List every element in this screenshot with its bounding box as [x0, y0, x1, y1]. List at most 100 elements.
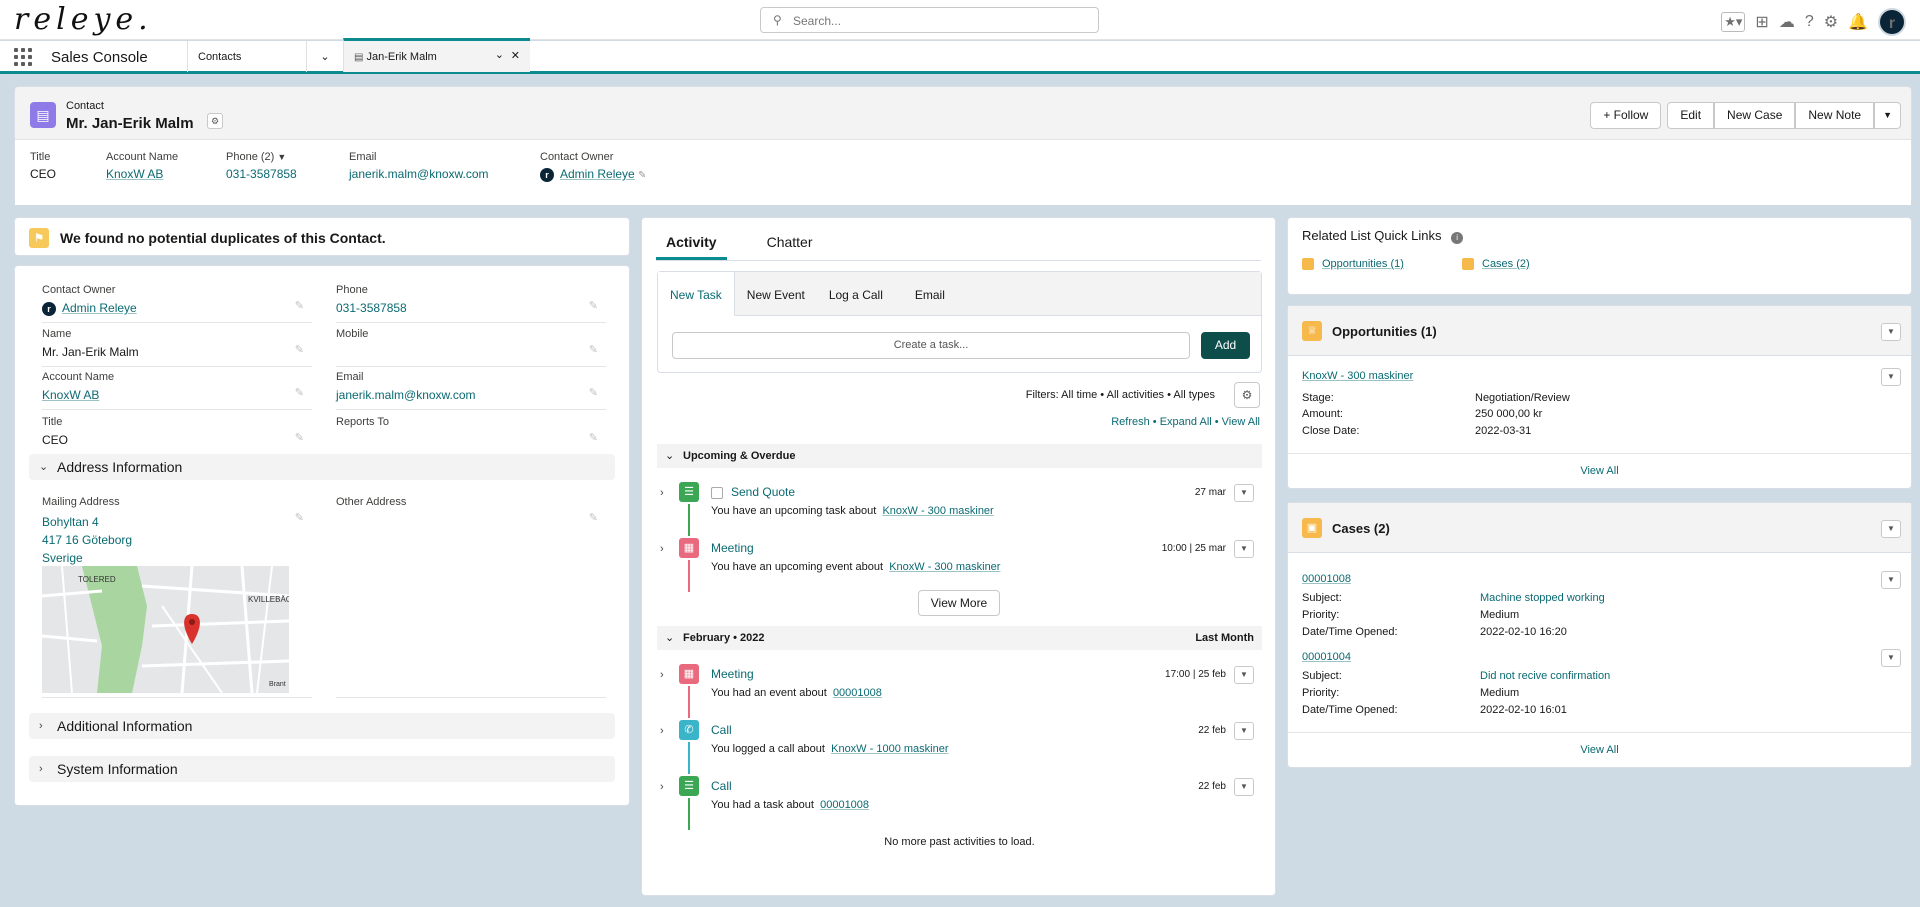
subtab-new-event[interactable]: New Event — [735, 272, 817, 316]
quick-link-opportunities[interactable]: Opportunities (1) — [1302, 258, 1404, 271]
global-search-input[interactable]: ⚲ Search... — [760, 7, 1099, 33]
filter-gear-icon[interactable]: ⚙ — [1234, 382, 1260, 408]
item-menu-dropdown-icon[interactable]: ▼ — [1234, 666, 1254, 684]
user-avatar[interactable]: r — [1878, 8, 1906, 36]
expand-chevron-icon[interactable]: › — [660, 487, 664, 499]
contact-owner-link[interactable]: Admin Releye — [62, 301, 137, 315]
releye-logo[interactable]: releye. — [14, 2, 153, 37]
subject-link[interactable]: Machine stopped working — [1480, 592, 1605, 604]
trailhead-icon[interactable]: ☁ — [1779, 12, 1795, 32]
nav-menu-chevron-icon[interactable]: ⌄ — [306, 41, 343, 72]
item-title-link[interactable]: Send Quote — [731, 485, 795, 499]
activity-composer: New Task New Event Log a Call Email Crea… — [657, 271, 1262, 373]
opportunities-view-all[interactable]: View All — [1288, 453, 1911, 489]
related-record-link[interactable]: KnoxW - 300 maskiner — [889, 561, 1000, 573]
expand-chevron-icon[interactable]: › — [660, 781, 664, 793]
case-number-link[interactable]: 00001008 — [1302, 573, 1351, 585]
phone-link[interactable]: 031-3587858 — [226, 167, 297, 181]
item-title-link[interactable]: Meeting — [711, 541, 754, 555]
task-checkbox[interactable] — [711, 486, 723, 499]
item-title-link[interactable]: Call — [711, 779, 732, 793]
tab-chevron-icon[interactable]: ⌄ — [495, 47, 504, 64]
group-february-2022[interactable]: ⌄ February • 2022 Last Month — [657, 626, 1262, 650]
refresh-link[interactable]: Refresh — [1111, 416, 1150, 428]
view-more-button[interactable]: View More — [918, 590, 1000, 616]
setup-gear-icon[interactable]: ⚙ — [1824, 12, 1838, 32]
notifications-bell-icon[interactable]: 🔔 — [1848, 12, 1868, 32]
app-launcher-icon[interactable] — [14, 48, 32, 66]
edit-pencil-icon[interactable]: ✎ — [589, 431, 598, 444]
expand-chevron-icon[interactable]: › — [660, 543, 664, 555]
phone-value[interactable]: 031-3587858 — [336, 301, 407, 315]
section-address-information[interactable]: ⌄ Address Information — [29, 454, 615, 480]
tab-contacts[interactable]: Contacts — [187, 41, 306, 72]
help-icon[interactable]: ? — [1805, 13, 1814, 31]
list-menu-dropdown-icon[interactable]: ▼ — [1881, 323, 1901, 341]
edit-pencil-icon[interactable]: ✎ — [295, 343, 304, 356]
item-menu-dropdown-icon[interactable]: ▼ — [1234, 722, 1254, 740]
create-task-input[interactable]: Create a task... — [672, 332, 1190, 359]
edit-pencil-icon[interactable]: ✎ — [295, 511, 304, 524]
change-owner-icon[interactable]: ✎ — [638, 170, 646, 181]
email-link[interactable]: janerik.malm@knoxw.com — [349, 167, 489, 181]
address-map[interactable]: TOLERED KVILLEBÄC Brant — [42, 566, 289, 693]
related-record-link[interactable]: 00001008 — [833, 687, 882, 699]
view-all-link[interactable]: View All — [1222, 416, 1260, 428]
opportunities-title[interactable]: Opportunities (1) — [1332, 324, 1437, 339]
subtab-new-task[interactable]: New Task — [658, 272, 735, 316]
mailing-address-link[interactable]: Bohyltan 4 417 16 Göteborg Sverige — [42, 513, 132, 567]
follow-button[interactable]: + Follow — [1590, 102, 1662, 129]
related-record-link[interactable]: KnoxW - 300 maskiner — [882, 505, 993, 517]
expand-chevron-icon[interactable]: › — [660, 669, 664, 681]
section-system-information[interactable]: › System Information — [29, 756, 615, 782]
edit-pencil-icon[interactable]: ✎ — [295, 431, 304, 444]
info-icon[interactable]: i — [1451, 232, 1464, 244]
phone-dropdown-icon[interactable]: ▼ — [277, 152, 286, 162]
global-create-icon[interactable]: ⊞ — [1755, 12, 1768, 32]
case-number-link[interactable]: 00001004 — [1302, 651, 1351, 663]
subtab-log-a-call[interactable]: Log a Call — [817, 272, 895, 316]
opportunity-record-link[interactable]: KnoxW - 300 maskiner — [1302, 370, 1413, 382]
edit-pencil-icon[interactable]: ✎ — [589, 299, 598, 312]
related-record-link[interactable]: 00001008 — [820, 799, 869, 811]
expand-all-link[interactable]: Expand All — [1160, 416, 1212, 428]
edit-pencil-icon[interactable]: ✎ — [589, 343, 598, 356]
add-button[interactable]: Add — [1201, 332, 1250, 359]
subtab-email[interactable]: Email — [895, 272, 957, 316]
email-value[interactable]: janerik.malm@knoxw.com — [336, 388, 476, 402]
tab-chatter[interactable]: Chatter — [757, 230, 823, 260]
cases-title[interactable]: Cases (2) — [1332, 521, 1390, 536]
new-note-button[interactable]: New Note — [1795, 102, 1875, 129]
tab-jan-erik-malm[interactable]: ▤ Jan-Erik Malm ⌄ ✕ — [343, 38, 530, 72]
section-additional-information[interactable]: › Additional Information — [29, 713, 615, 739]
more-actions-chevron-icon[interactable]: ▼ — [1874, 102, 1901, 129]
edit-pencil-icon[interactable]: ✎ — [295, 299, 304, 312]
row-menu-dropdown-icon[interactable]: ▼ — [1881, 368, 1901, 386]
cases-view-all[interactable]: View All — [1288, 732, 1911, 768]
edit-pencil-icon[interactable]: ✎ — [589, 511, 598, 524]
row-menu-dropdown-icon[interactable]: ▼ — [1881, 571, 1901, 589]
item-title-link[interactable]: Meeting — [711, 667, 754, 681]
related-record-link[interactable]: KnoxW - 1000 maskiner — [831, 743, 948, 755]
hierarchy-icon[interactable]: ⚙ — [207, 113, 223, 129]
tab-activity[interactable]: Activity — [656, 230, 727, 260]
edit-button[interactable]: Edit — [1667, 102, 1715, 129]
new-case-button[interactable]: New Case — [1714, 102, 1796, 129]
edit-pencil-icon[interactable]: ✎ — [589, 386, 598, 399]
edit-pencil-icon[interactable]: ✎ — [295, 386, 304, 399]
list-menu-dropdown-icon[interactable]: ▼ — [1881, 520, 1901, 538]
tab-close-icon[interactable]: ✕ — [511, 48, 520, 65]
owner-link[interactable]: Admin Releye — [560, 167, 635, 181]
group-upcoming-overdue[interactable]: ⌄ Upcoming & Overdue — [657, 444, 1262, 468]
item-title-link[interactable]: Call — [711, 723, 732, 737]
item-menu-dropdown-icon[interactable]: ▼ — [1234, 540, 1254, 558]
subject-link[interactable]: Did not recive confirmation — [1480, 670, 1610, 682]
quick-link-cases[interactable]: Cases (2) — [1462, 258, 1530, 271]
account-link[interactable]: KnoxW AB — [106, 167, 178, 181]
item-menu-dropdown-icon[interactable]: ▼ — [1234, 778, 1254, 796]
item-menu-dropdown-icon[interactable]: ▼ — [1234, 484, 1254, 502]
row-menu-dropdown-icon[interactable]: ▼ — [1881, 649, 1901, 667]
expand-chevron-icon[interactable]: › — [660, 725, 664, 737]
account-name-link[interactable]: KnoxW AB — [42, 388, 99, 402]
favorites-icon[interactable]: ★▾ — [1721, 12, 1746, 32]
